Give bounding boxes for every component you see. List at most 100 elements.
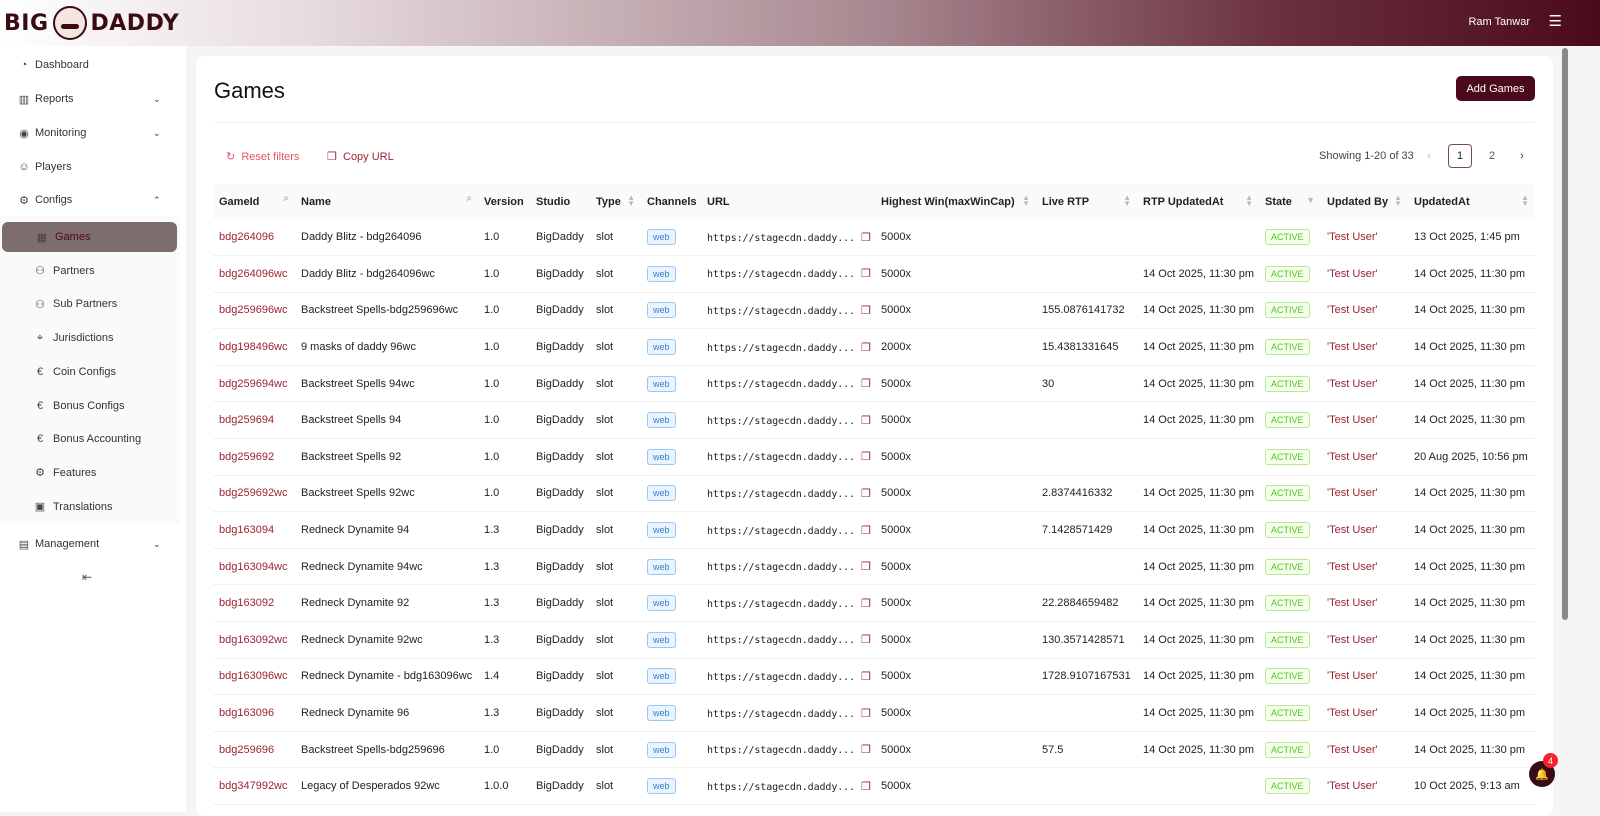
sort-icon[interactable]: ▲ ▼ — [1394, 194, 1402, 208]
table-row[interactable]: bdg259692wc Backstreet Spells 92wc 1.0 BigD… — [213, 475, 1535, 513]
table-row[interactable]: bdg264096 Daddy Blitz - bdg264096 1.0 BigDa… — [213, 219, 1535, 257]
copy-icon[interactable]: ❐ — [861, 598, 871, 610]
column-header-name[interactable]: Name ⌕ — [295, 184, 478, 219]
column-header-highest-win-maxwincap-[interactable]: Highest Win(maxWinCap) ▲ ▼ — [875, 184, 1036, 219]
search-icon[interactable]: ⌕ — [283, 194, 289, 204]
sort-icon[interactable]: ▲ ▼ — [627, 194, 635, 208]
sidebar-item-monitoring[interactable]: ◉ Monitoring ⌄ — [0, 118, 180, 148]
game-id-link[interactable]: bdg259696wc — [219, 304, 288, 316]
sidebar-item-management[interactable]: ▤ Management ⌄ — [0, 529, 180, 559]
sidebar-item-dashboard[interactable]: ◔ Dashboard — [0, 50, 180, 80]
page-2-button[interactable]: 2 — [1480, 144, 1504, 168]
game-id-link[interactable]: bdg198496wc — [219, 341, 288, 353]
game-id-link[interactable]: bdg163094 — [219, 524, 274, 536]
column-header-rtp-updatedat[interactable]: RTP UpdatedAt ▲ ▼ — [1137, 184, 1259, 219]
prev-page-icon[interactable]: ‹ — [1422, 144, 1436, 168]
copy-icon[interactable]: ❐ — [861, 342, 871, 354]
copy-icon[interactable]: ❐ — [861, 415, 871, 427]
collapse-sidebar-icon[interactable]: ⇤ — [82, 570, 92, 584]
game-id-link[interactable]: bdg347992wc — [219, 780, 288, 792]
sidebar-item-configs[interactable]: ⚙ Configs ⌃ — [0, 185, 180, 215]
game-id-link[interactable]: bdg163092 — [219, 597, 274, 609]
column-header-updatedat[interactable]: UpdatedAt ▲ ▼ — [1408, 184, 1535, 219]
sidebar-item-players[interactable]: ☺ Players — [0, 152, 180, 182]
table-row[interactable]: bdg163096wc Redneck Dynamite - bdg163096w… — [213, 658, 1535, 696]
copy-icon[interactable]: ❐ — [861, 525, 871, 537]
table-row[interactable]: bdg259696 Backstreet Spells-bdg259696 1.0 B… — [213, 731, 1535, 769]
sidebar-item-coin-configs[interactable]: € Coin Configs — [0, 357, 180, 387]
game-id-link[interactable]: bdg163096wc — [219, 670, 288, 682]
sort-icon[interactable]: ▲ ▼ — [1022, 194, 1030, 208]
copy-icon[interactable]: ❐ — [861, 634, 871, 646]
copy-icon[interactable]: ❐ — [861, 451, 871, 463]
copy-icon[interactable]: ❐ — [861, 305, 871, 317]
table-row[interactable]: bdg163094wc Redneck Dynamite 94wc 1.3 BigDa… — [213, 548, 1535, 586]
sidebar-item-partners[interactable]: ⚇ Partners — [0, 256, 180, 286]
copy-icon[interactable]: ❐ — [861, 671, 871, 683]
copy-icon[interactable]: ❐ — [861, 378, 871, 390]
table-row[interactable]: bdg259692 Backstreet Spells 92 1.0 BigDaddy… — [213, 438, 1535, 476]
reset-filters-button[interactable]: ↻ Reset filters — [226, 150, 299, 163]
game-id-link[interactable]: bdg259694wc — [219, 378, 288, 390]
user-name[interactable]: Ram Tanwar — [1468, 16, 1530, 28]
sidebar-item-reports[interactable]: ▥ Reports ⌄ — [0, 84, 180, 114]
table-row[interactable]: bdg163092 Redneck Dynamite 92 1.3 BigDaddy s… — [213, 584, 1535, 623]
copy-icon[interactable]: ❐ — [861, 708, 871, 720]
sort-icon[interactable]: ▲ ▼ — [1245, 194, 1253, 208]
sidebar-item-features[interactable]: ⚙ Features — [0, 458, 180, 488]
page-1-button[interactable]: 1 — [1448, 144, 1472, 168]
sort-icon[interactable]: ▲ ▼ — [1521, 194, 1529, 208]
copy-icon[interactable]: ❐ — [861, 488, 871, 500]
game-id-link[interactable]: bdg163094wc — [219, 561, 288, 573]
column-header-gameid[interactable]: GameId ⌕ — [213, 184, 295, 219]
game-id-link[interactable]: bdg259696 — [219, 744, 274, 756]
sidebar-item-jurisdictions[interactable]: ⌖ Jurisdictions — [0, 323, 180, 353]
sidebar-item-bonus-accounting[interactable]: € Bonus Accounting — [0, 424, 180, 454]
column-header-studio[interactable]: Studio — [530, 184, 590, 219]
table-row[interactable]: bdg259694wc Backstreet Spells 94wc 1.0 BigD… — [213, 365, 1535, 403]
cell-text: BigDaddy — [536, 304, 584, 317]
add-games-button[interactable]: Add Games — [1456, 76, 1535, 101]
copy-icon[interactable]: ❐ — [861, 744, 871, 756]
game-id-link[interactable]: bdg259692 — [219, 451, 274, 463]
search-icon[interactable]: ⌕ — [466, 194, 472, 204]
game-id-link[interactable]: bdg163096 — [219, 707, 274, 719]
copy-icon[interactable]: ❐ — [861, 561, 871, 573]
sidebar-item-sub-partners[interactable]: ⚇ Sub Partners — [0, 289, 180, 319]
sidebar-item-bonus-configs[interactable]: € Bonus Configs — [0, 391, 180, 421]
sidebar-item-games[interactable]: ▦ Games — [2, 222, 177, 252]
game-id-link[interactable]: bdg259694 — [219, 414, 274, 426]
next-page-icon[interactable]: › — [1514, 144, 1530, 168]
table-row[interactable]: bdg347992wc Legacy of Desperados 92wc 1.0.… — [213, 767, 1535, 805]
logo[interactable]: BIG DADDY — [4, 6, 179, 40]
table-row[interactable]: bdg198496wc 9 masks of daddy 96wc 1.0 BigDa… — [213, 328, 1535, 366]
table-row[interactable]: bdg259696wc Backstreet Spells-bdg259696wc… — [213, 292, 1535, 330]
game-id-link[interactable]: bdg264096 — [219, 231, 274, 243]
column-header-updated-by[interactable]: Updated By ▲ ▼ — [1321, 184, 1408, 219]
sort-icon[interactable]: ▲ ▼ — [1123, 194, 1131, 208]
column-header-version[interactable]: Version — [478, 184, 530, 219]
scrollbar[interactable] — [1562, 48, 1568, 620]
copy-url-button[interactable]: ❐ Copy URL — [327, 150, 394, 163]
table-row[interactable]: bdg264096wc Daddy Blitz - bdg264096wc 1.0 B… — [213, 255, 1535, 293]
game-id-link[interactable]: bdg259692wc — [219, 487, 288, 499]
cell-text: 30 — [1042, 377, 1055, 390]
filter-icon[interactable]: ▼ — [1306, 196, 1315, 205]
copy-icon[interactable]: ❐ — [861, 781, 871, 793]
column-header-type[interactable]: Type ▲ ▼ — [590, 184, 641, 219]
column-header-live-rtp[interactable]: Live RTP ▲ ▼ — [1036, 184, 1137, 219]
table-row[interactable]: bdg259694 Backstreet Spells 94 1.0 BigDaddy… — [213, 401, 1535, 440]
table-row[interactable]: bdg163094 Redneck Dynamite 94 1.3 BigDaddy s… — [213, 511, 1535, 549]
game-id-link[interactable]: bdg264096wc — [219, 268, 288, 280]
table-row[interactable]: bdg163092wc Redneck Dynamite 92wc 1.3 BigDa… — [213, 621, 1535, 659]
table-row[interactable]: bdg163096 Redneck Dynamite 96 1.3 BigDaddy s… — [213, 694, 1535, 732]
copy-icon[interactable]: ❐ — [861, 232, 871, 244]
game-id-link[interactable]: bdg163092wc — [219, 634, 288, 646]
cell-highest-win-maxwincap-: 5000x — [875, 621, 1036, 659]
column-header-state[interactable]: State ▼ — [1259, 184, 1321, 219]
column-header-channels[interactable]: Channels — [641, 184, 701, 219]
hamburger-icon[interactable]: ☰ — [1549, 12, 1562, 30]
copy-icon[interactable]: ❐ — [861, 268, 871, 280]
column-header-url[interactable]: URL — [701, 184, 875, 219]
sidebar-item-translations[interactable]: ▣ Translations — [0, 492, 180, 522]
